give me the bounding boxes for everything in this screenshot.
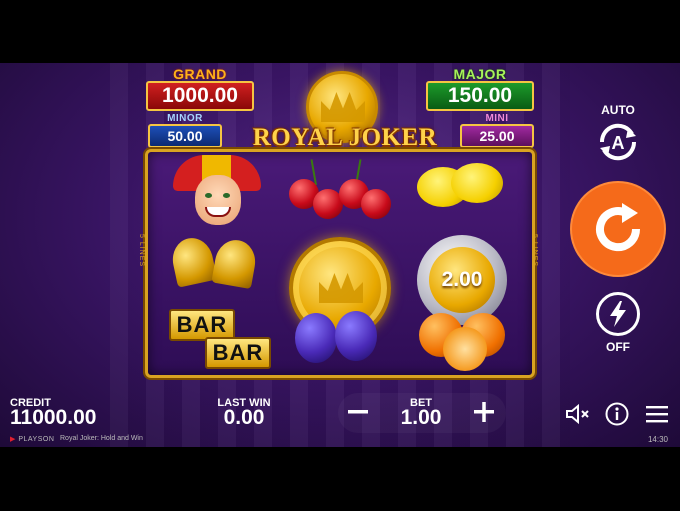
lightning-icon xyxy=(610,301,626,327)
info-icon xyxy=(605,402,629,426)
sound-muted-icon xyxy=(566,403,589,425)
jackpot-mini: MINI 25.00 xyxy=(460,113,534,148)
jackpot-grand-value: 1000.00 xyxy=(146,81,254,111)
jackpot-grand-label: GRAND xyxy=(173,66,227,82)
autoplay-label: AUTO xyxy=(601,103,635,117)
clock: 14:30 xyxy=(647,435,668,444)
jackpot-minor-value: 50.00 xyxy=(148,124,222,148)
bet-value: 1.00 xyxy=(400,406,442,429)
bet-increase-button[interactable] xyxy=(470,398,498,426)
plus-icon xyxy=(474,402,494,422)
provider-logo: ▶ PLAYSON xyxy=(10,436,55,443)
plums-symbol xyxy=(279,305,401,378)
spin-arrow-icon xyxy=(596,203,641,252)
sound-toggle-button[interactable] xyxy=(565,401,591,427)
crown-icon xyxy=(321,92,365,122)
jackpot-mini-label: MINI xyxy=(485,113,509,124)
info-button[interactable] xyxy=(604,401,630,427)
bet-decrease-button[interactable] xyxy=(344,398,372,426)
last-win-value: 0.00 xyxy=(223,406,265,429)
provider-name: PLAYSON xyxy=(18,436,55,443)
reel-2 xyxy=(279,155,401,375)
coin-value: 2.00 xyxy=(429,247,495,313)
turbo-toggle[interactable] xyxy=(596,292,640,336)
game-logo: ROYAL JOKER xyxy=(252,124,438,151)
bar-symbol: BAR BAR xyxy=(155,301,277,374)
game-name: Royal Joker: Hold and Win xyxy=(60,435,143,442)
cherries-symbol xyxy=(279,155,401,228)
menu-button[interactable] xyxy=(644,401,670,427)
oranges-symbol xyxy=(403,305,525,378)
jackpot-grand: GRAND 1000.00 xyxy=(146,67,254,111)
svg-text:A: A xyxy=(612,133,625,153)
jackpot-minor-label: MINOR xyxy=(167,113,203,124)
reel-3: 2.00 xyxy=(403,155,525,375)
joker-face xyxy=(195,175,241,225)
jackpot-mini-value: 25.00 xyxy=(460,124,534,148)
hamburger-menu-icon xyxy=(646,406,668,423)
jackpot-major: MAJOR 150.00 xyxy=(426,67,534,111)
crown-icon xyxy=(319,273,363,303)
lemons-symbol xyxy=(403,155,525,228)
jackpot-major-value: 150.00 xyxy=(426,81,534,111)
autoplay-a-icon: A xyxy=(599,123,637,161)
autoplay-button[interactable]: A xyxy=(594,118,642,166)
jackpot-minor: MINOR 50.00 xyxy=(148,113,222,148)
jackpot-major-label: MAJOR xyxy=(453,66,507,82)
spin-button[interactable] xyxy=(572,183,664,275)
bells-symbol xyxy=(155,228,277,301)
minus-icon xyxy=(348,410,368,414)
reel-1: BAR BAR xyxy=(155,155,277,375)
credit-value: 11000.00 xyxy=(10,406,97,429)
turbo-state-label: OFF xyxy=(606,340,630,354)
lines-label-right: 5 LINES xyxy=(531,234,538,268)
reel-frame: 5 LINES 5 LINES BAR BAR 2.00 xyxy=(138,149,538,378)
lines-label-left: 5 LINES xyxy=(138,234,145,268)
joker-symbol xyxy=(155,155,277,228)
